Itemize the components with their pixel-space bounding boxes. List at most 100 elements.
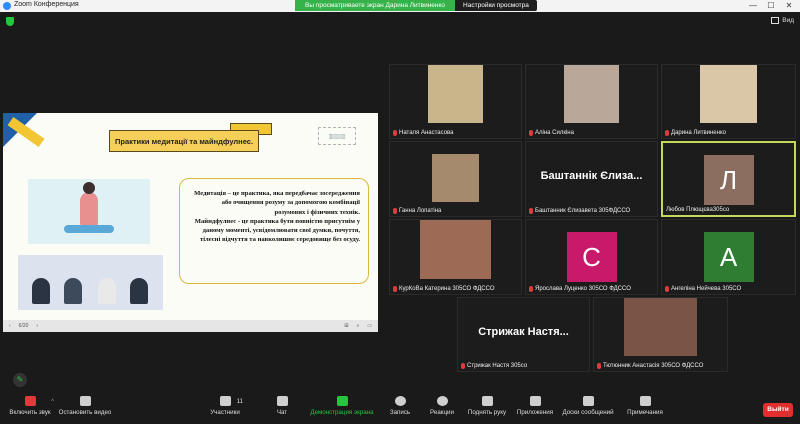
- reactions-icon: [436, 396, 448, 406]
- participant-name: КурКоВа Катерина 305СО ФДССО: [399, 286, 495, 292]
- whiteboard-button[interactable]: Доски сообщений: [558, 396, 618, 416]
- chat-icon: [276, 396, 288, 406]
- view-button[interactable]: Вид: [771, 17, 794, 24]
- zoom-logo-icon: [3, 2, 11, 10]
- participant-tile[interactable]: Ганна Лопатіна: [389, 141, 522, 217]
- video-label: Остановить видео: [58, 409, 112, 416]
- maximize-button[interactable]: ☐: [764, 0, 778, 12]
- mute-button[interactable]: Включить звук ^: [0, 396, 60, 416]
- share-status-label: Вы просматриваете экран Дарина Литвиненк…: [295, 0, 456, 11]
- participant-avatar: С: [566, 232, 617, 282]
- zoom-icon[interactable]: ⌕: [356, 323, 359, 329]
- participant-name: Любов Плющєва305со: [666, 207, 730, 213]
- meditation-illustration: [28, 179, 150, 244]
- view-settings-button[interactable]: Настройки просмотра: [455, 0, 537, 11]
- meeting-header: [0, 12, 800, 32]
- participant-display-name: Баштаннік Єлиза...: [540, 170, 643, 182]
- participant-name: Ганна Лопатіна: [399, 208, 442, 214]
- muted-mic-icon: [393, 130, 397, 136]
- minimize-button[interactable]: —: [746, 0, 760, 12]
- meditation-definition: Медитація – це практика, яка передбачає …: [194, 190, 360, 216]
- meeting-toolbar: Включить звук ^ Остановить видео Участни…: [0, 394, 800, 424]
- close-button[interactable]: ✕: [782, 0, 796, 12]
- muted-mic-icon: [393, 286, 397, 292]
- slide-sorter-icon[interactable]: ⊞: [344, 323, 348, 329]
- participant-display-name: Стрижак Настя...: [478, 326, 569, 338]
- hand-icon: [481, 396, 493, 406]
- stop-video-button[interactable]: Остановить видео: [55, 396, 115, 416]
- slide-counter: 6/20: [18, 323, 29, 329]
- apps-icon: [529, 396, 541, 406]
- microphone-muted-icon: [24, 396, 36, 406]
- participant-tile[interactable]: Аліна Силкіна: [525, 64, 658, 139]
- security-shield-icon[interactable]: [6, 17, 14, 26]
- screen-share-bar: Вы просматриваете экран Дарина Литвиненк…: [295, 0, 537, 11]
- muted-mic-icon: [393, 208, 397, 214]
- participant-tile[interactable]: Тютюнник Анастасія 305СО ФДССО: [593, 297, 728, 372]
- group-meditation-illustration: [18, 255, 163, 310]
- participant-tile[interactable]: Стрижак Настя... Стрижак Настя 305со: [457, 297, 590, 372]
- muted-mic-icon: [529, 208, 533, 214]
- slide-logo-icon: ▥▥▥: [318, 127, 356, 145]
- share-screen-icon: [336, 396, 348, 406]
- leave-button[interactable]: Выйти: [763, 403, 793, 417]
- participant-video: [564, 65, 619, 123]
- presentation-view-icon[interactable]: ▭: [367, 323, 372, 329]
- apps-label: Приложения: [516, 409, 554, 416]
- participant-tile[interactable]: С Ярослава Луценко 305СО ФДССО: [525, 219, 658, 295]
- participant-name: Ярослава Луценко 305СО ФДССО: [535, 286, 631, 292]
- shared-screen-slide: Практики медитації та майндфулнес. ▥▥▥ М…: [3, 113, 378, 320]
- whiteboard-label: Доски сообщений: [562, 409, 614, 416]
- raise-hand-label: Поднять руку: [467, 409, 507, 416]
- prev-slide-button[interactable]: ‹: [9, 323, 11, 329]
- mute-label: Включить звук: [9, 409, 51, 416]
- chat-button[interactable]: Чат: [252, 396, 312, 416]
- active-speaker-tile[interactable]: Л Любов Плющєва305со: [661, 141, 796, 217]
- slide-text-box: Медитація – це практика, яка передбачає …: [179, 178, 369, 284]
- record-label: Запись: [389, 409, 411, 416]
- audio-options-caret[interactable]: ^: [51, 399, 54, 405]
- participant-avatar: Л: [703, 155, 754, 205]
- participant-tile[interactable]: КурКоВа Катерина 305СО ФДССО: [389, 219, 522, 295]
- share-label: Демонстрация экрана: [310, 409, 374, 416]
- participant-video: [700, 65, 757, 123]
- participant-tile[interactable]: Наталя Анастасова: [389, 64, 522, 139]
- reactions-label: Реакции: [430, 409, 454, 416]
- participant-name: Ангеліна Нейчева 305СО: [671, 286, 742, 292]
- participants-icon: [219, 396, 231, 406]
- participant-video: [624, 298, 697, 356]
- participants-button[interactable]: Участники 11: [195, 396, 255, 416]
- annotate-pen-icon[interactable]: ✎: [13, 373, 27, 387]
- mindfulness-definition: Майндфулнес - це практика бути повністю …: [194, 217, 360, 244]
- camera-icon: [79, 396, 91, 406]
- participant-video: [432, 154, 479, 202]
- grid-view-icon: [771, 17, 780, 24]
- notes-label: Примечания: [627, 409, 663, 416]
- muted-mic-icon: [665, 130, 669, 136]
- next-slide-button[interactable]: ›: [36, 323, 38, 329]
- muted-mic-icon: [461, 363, 465, 369]
- participant-video: [428, 65, 483, 123]
- participant-name: Стрижак Настя 305со: [467, 363, 528, 369]
- participant-name: Тютюнник Анастасія 305СО ФДССО: [603, 363, 704, 369]
- whiteboard-icon: [582, 396, 594, 406]
- slide-title: Практики медитації та майндфулнес.: [109, 130, 259, 152]
- participant-avatar: А: [703, 232, 754, 282]
- slide-navigation-bar: ‹ 6/20 › ⊞ ⌕ ▭: [3, 320, 378, 332]
- participant-video: [420, 220, 491, 279]
- notes-button[interactable]: Примечания: [615, 396, 675, 416]
- muted-mic-icon: [529, 286, 533, 292]
- participant-tile[interactable]: Дарина Литвиненко: [661, 64, 796, 139]
- view-label: Вид: [782, 17, 794, 24]
- participant-tile[interactable]: А Ангеліна Нейчева 305СО: [661, 219, 796, 295]
- record-icon: [394, 396, 406, 406]
- participant-name: Баштанник Єлизавета 305ФДССО: [535, 208, 631, 214]
- participant-name: Дарина Литвиненко: [671, 130, 726, 136]
- participant-name: Аліна Силкіна: [535, 130, 574, 136]
- apps-button[interactable]: Приложения: [505, 396, 565, 416]
- participant-tile[interactable]: Баштаннік Єлиза... Баштанник Єлизавета 3…: [525, 141, 658, 217]
- participants-label: Участники: [210, 409, 240, 416]
- muted-mic-icon: [597, 363, 601, 369]
- share-screen-button[interactable]: Демонстрация экрана: [306, 396, 378, 416]
- participants-count: 11: [236, 399, 243, 405]
